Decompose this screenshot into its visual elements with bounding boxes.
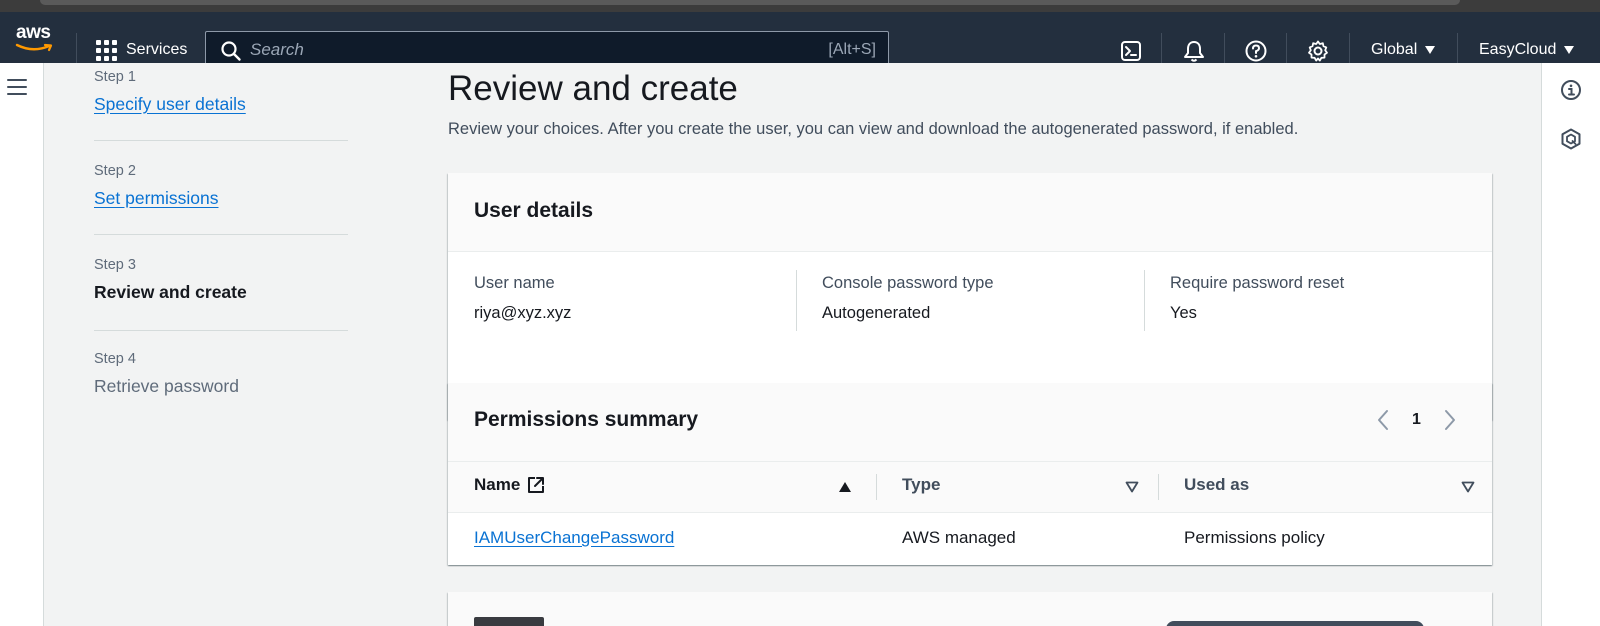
table-row: IAMUserChangePassword AWS managed Permis…	[448, 513, 1492, 565]
card-title: Permissions summary	[474, 408, 699, 431]
next-section-card-partial	[448, 592, 1492, 626]
amazon-q-icon[interactable]	[1559, 127, 1583, 151]
column-header-used-as[interactable]: Used as	[1184, 475, 1249, 495]
step-title-disabled: Retrieve password	[94, 376, 239, 396]
detail-user-name: User name riya@xyz.xyz	[474, 274, 571, 334]
column-header-type[interactable]: Type	[902, 475, 940, 495]
step-label: Step 2	[94, 163, 136, 179]
region-caret-down-icon	[1425, 46, 1436, 54]
main-content-area: Step 1 Specify user details Step 2 Set p…	[0, 63, 1600, 626]
detail-console-password-type: Console password type Autogenerated	[822, 274, 994, 334]
card-title: User details	[474, 199, 594, 222]
column-header-name[interactable]: Name	[474, 475, 546, 495]
region-selector[interactable]: Global	[1371, 38, 1436, 62]
page-number[interactable]: 1	[1412, 411, 1421, 429]
aws-smile-icon	[15, 43, 53, 52]
right-tools-rail	[1541, 63, 1600, 626]
browser-top-strip	[0, 0, 1600, 12]
step-link-set-permissions[interactable]: Set permissions	[94, 188, 348, 209]
account-caret-down-icon	[1564, 46, 1575, 54]
detail-require-password-reset: Require password reset Yes	[1170, 274, 1344, 334]
cloudshell-icon[interactable]	[1118, 38, 1144, 64]
column-divider	[1158, 474, 1159, 500]
column-divider	[1144, 270, 1145, 331]
services-label: Services	[126, 41, 188, 58]
page-description: Review your choices. After you create th…	[448, 120, 1299, 138]
step-title-current: Review and create	[94, 282, 247, 302]
partial-card-title-glyphs	[474, 617, 544, 626]
step-label: Step 4	[94, 351, 136, 367]
step-divider	[94, 330, 348, 331]
policy-type: AWS managed	[902, 528, 1016, 547]
detail-value: Autogenerated	[822, 304, 931, 322]
wizard-step-1: Step 1 Specify user details	[94, 69, 348, 115]
column-header-label: Type	[902, 475, 941, 494]
card-header: Permissions summary 1	[448, 383, 1492, 462]
browser-tab-edge	[40, 0, 1460, 5]
nav-divider	[76, 33, 77, 63]
aws-logo[interactable]: aws	[14, 22, 56, 54]
policy-used-as: Permissions policy	[1184, 528, 1325, 547]
chevron-right-icon[interactable]	[1443, 409, 1457, 431]
sort-caret-down-icon[interactable]	[1461, 481, 1475, 493]
nav-divider	[1286, 33, 1287, 63]
step-link-specify-user-details[interactable]: Specify user details	[94, 94, 348, 115]
column-divider	[876, 474, 877, 500]
nav-divider	[1224, 33, 1225, 63]
column-header-label: Used as	[1184, 475, 1250, 494]
card-header	[448, 592, 1492, 626]
sort-caret-down-icon[interactable]	[1125, 481, 1139, 493]
card-header: User details	[448, 173, 1492, 252]
column-divider	[796, 270, 797, 331]
wizard-step-4: Step 4 Retrieve password	[94, 351, 348, 397]
account-menu[interactable]: EasyCloud	[1479, 38, 1575, 62]
step-divider	[94, 234, 348, 235]
hamburger-menu-icon[interactable]	[7, 79, 29, 97]
column-header-label: Name	[474, 475, 521, 494]
policy-name-link[interactable]: IAMUserChangePassword	[474, 528, 674, 548]
sort-ascending-icon[interactable]	[838, 481, 852, 493]
nav-divider	[1161, 33, 1162, 63]
search-shortcut-hint: [Alt+S]	[828, 41, 876, 58]
search-icon	[221, 41, 241, 61]
step-label: Step 3	[94, 257, 136, 273]
step-divider	[94, 140, 348, 141]
step-label: Step 1	[94, 69, 136, 85]
partial-button-edge	[1166, 621, 1424, 626]
info-icon[interactable]	[1559, 78, 1583, 102]
region-label: Global	[1371, 41, 1418, 58]
account-label: EasyCloud	[1479, 41, 1557, 58]
detail-value: Yes	[1170, 304, 1197, 322]
permissions-summary-card: Permissions summary 1 Name Type Used as	[448, 383, 1492, 565]
detail-label: User name	[474, 274, 555, 292]
page-title: Review and create	[448, 69, 738, 108]
nav-divider	[1457, 33, 1458, 63]
left-navigation-rail	[0, 63, 44, 626]
nav-divider	[1349, 33, 1350, 63]
notifications-bell-icon[interactable]	[1181, 38, 1207, 64]
detail-value: riya@xyz.xyz	[474, 304, 572, 322]
services-menu-button[interactable]: Services	[96, 38, 187, 62]
services-grid-icon	[96, 39, 117, 61]
table-header-row: Name Type Used as	[448, 462, 1492, 513]
wizard-step-2: Step 2 Set permissions	[94, 163, 348, 209]
chevron-left-icon[interactable]	[1376, 409, 1390, 431]
help-icon[interactable]	[1243, 38, 1269, 64]
external-link-icon	[528, 477, 545, 493]
wizard-step-3: Step 3 Review and create	[94, 257, 348, 303]
settings-gear-icon[interactable]	[1305, 38, 1331, 64]
aws-logo-text: aws	[16, 22, 51, 43]
pagination: 1	[1376, 409, 1457, 431]
detail-label: Console password type	[822, 274, 994, 292]
top-navigation-bar: aws Services [Alt+S] Global	[0, 12, 1600, 69]
detail-label: Require password reset	[1170, 274, 1345, 292]
